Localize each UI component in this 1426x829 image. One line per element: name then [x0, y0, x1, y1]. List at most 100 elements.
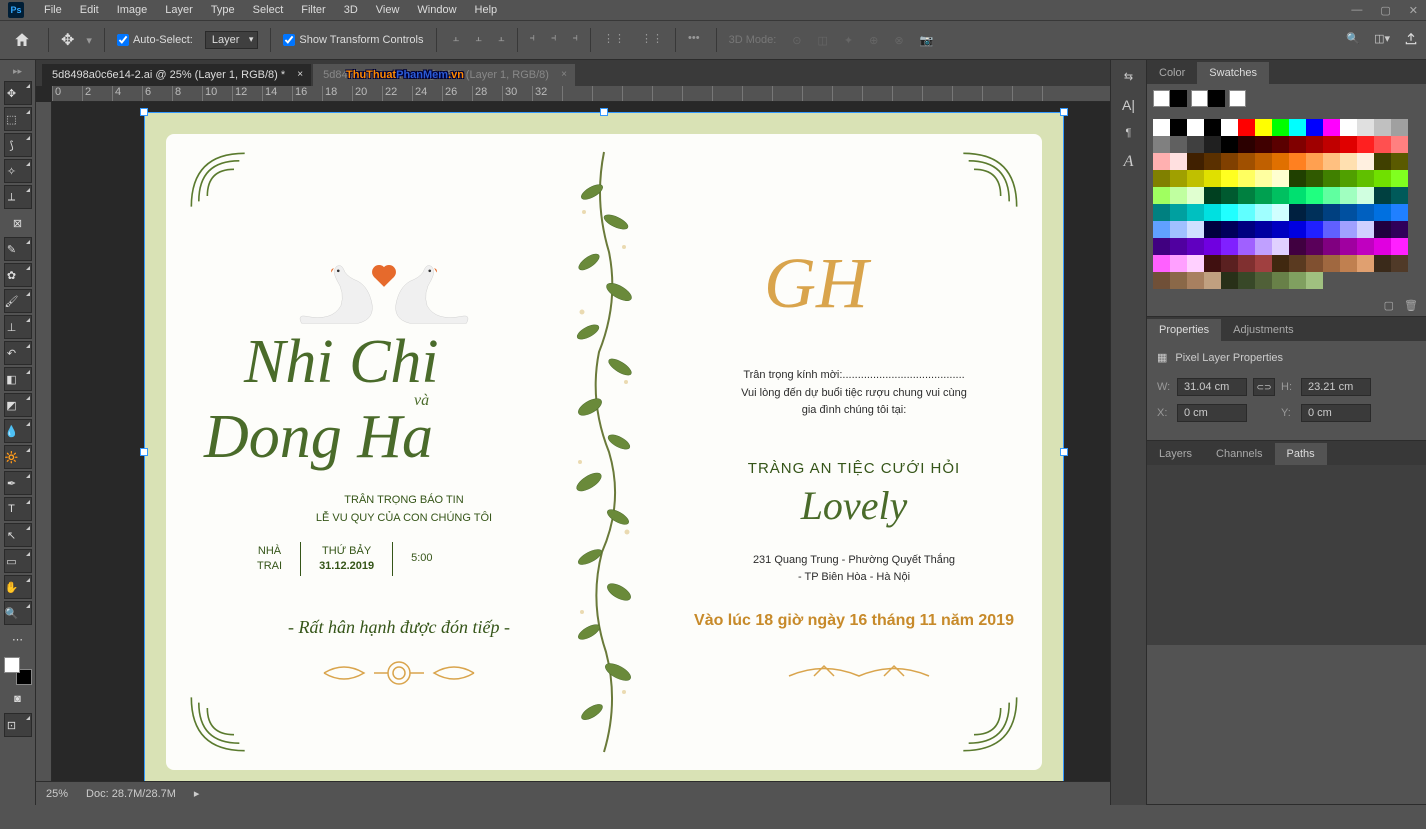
swatch[interactable] [1289, 119, 1306, 136]
swatch[interactable] [1306, 255, 1323, 272]
swatches-tab[interactable]: Swatches [1197, 62, 1269, 84]
panel-icon[interactable]: ⇆ [1124, 70, 1133, 83]
swatch[interactable] [1221, 238, 1238, 255]
swatch[interactable] [1391, 221, 1408, 238]
y-input[interactable]: 0 cm [1301, 404, 1371, 422]
swatch[interactable] [1323, 187, 1340, 204]
swatch[interactable] [1357, 136, 1374, 153]
move-tool[interactable]: ✥ [4, 81, 32, 105]
brush-tool[interactable]: 🖌 [4, 289, 32, 313]
swatch[interactable] [1323, 255, 1340, 272]
swatch[interactable] [1153, 272, 1170, 289]
swatch[interactable] [1187, 238, 1204, 255]
swatch[interactable] [1374, 221, 1391, 238]
swatch[interactable] [1357, 238, 1374, 255]
swatch[interactable] [1153, 136, 1170, 153]
swatch[interactable] [1357, 255, 1374, 272]
swatch[interactable] [1306, 187, 1323, 204]
swatch[interactable] [1374, 187, 1391, 204]
stamp-tool[interactable]: ⊥ [4, 315, 32, 339]
swatch[interactable] [1238, 221, 1255, 238]
swatch[interactable] [1238, 204, 1255, 221]
swatch[interactable] [1153, 187, 1170, 204]
swatch[interactable] [1221, 255, 1238, 272]
swatch[interactable] [1340, 204, 1357, 221]
swatch[interactable] [1170, 153, 1187, 170]
swatch[interactable] [1187, 255, 1204, 272]
home-icon[interactable] [8, 26, 36, 54]
swatch[interactable] [1306, 238, 1323, 255]
swatch[interactable] [1204, 119, 1221, 136]
swatch[interactable] [1153, 238, 1170, 255]
swatch[interactable] [1340, 255, 1357, 272]
swatch[interactable] [1306, 170, 1323, 187]
swatch[interactable] [1170, 187, 1187, 204]
swatch[interactable] [1391, 204, 1408, 221]
auto-select-checkbox[interactable]: Auto-Select: [117, 34, 193, 46]
document-tab-1[interactable]: 5d8498a0c6e14-2.ai @ 25% (Layer 1, RGB/8… [42, 64, 311, 86]
swatch[interactable] [1357, 221, 1374, 238]
swatch[interactable] [1340, 153, 1357, 170]
swatch[interactable] [1153, 204, 1170, 221]
menu-image[interactable]: Image [109, 2, 156, 18]
swatch[interactable] [1272, 119, 1289, 136]
swatch[interactable] [1221, 153, 1238, 170]
properties-tab[interactable]: Properties [1147, 319, 1221, 341]
move-tool-icon[interactable]: ✥ [61, 30, 74, 50]
lasso-tool[interactable]: ⟆ [4, 133, 32, 157]
gradient-tool[interactable]: ◩ [4, 393, 32, 417]
paragraph-panel-icon[interactable]: ¶ [1126, 127, 1132, 139]
swatch[interactable] [1391, 136, 1408, 153]
width-input[interactable]: 31.04 cm [1177, 378, 1247, 396]
link-wh-icon[interactable]: ⊂⊃ [1253, 378, 1275, 396]
menu-layer[interactable]: Layer [157, 2, 201, 18]
swatch[interactable] [1323, 119, 1340, 136]
fg-bg-colors[interactable] [4, 657, 32, 685]
screen-mode-icon[interactable]: ⊡ [4, 713, 32, 737]
swatch[interactable] [1187, 170, 1204, 187]
collapse-icon[interactable]: ▸▸ [11, 64, 24, 79]
swatch[interactable] [1170, 221, 1187, 238]
eyedropper-tool[interactable]: ✎ [4, 237, 32, 261]
swatch[interactable] [1238, 136, 1255, 153]
swatch[interactable] [1255, 255, 1272, 272]
swatch[interactable] [1187, 153, 1204, 170]
swatch[interactable] [1323, 136, 1340, 153]
adjustments-tab[interactable]: Adjustments [1221, 319, 1306, 341]
swatch[interactable] [1306, 272, 1323, 289]
swatch[interactable] [1289, 136, 1306, 153]
hand-tool[interactable]: ✋ [4, 575, 32, 599]
blur-tool[interactable]: 💧 [4, 419, 32, 443]
swatch[interactable] [1221, 170, 1238, 187]
swatch[interactable] [1391, 170, 1408, 187]
swatch[interactable] [1340, 170, 1357, 187]
swatch[interactable] [1323, 204, 1340, 221]
swatch[interactable] [1221, 272, 1238, 289]
swatch[interactable] [1289, 204, 1306, 221]
swatch[interactable] [1238, 119, 1255, 136]
swatch[interactable] [1306, 136, 1323, 153]
swatch[interactable] [1340, 238, 1357, 255]
swatch[interactable] [1289, 272, 1306, 289]
swatch[interactable] [1357, 153, 1374, 170]
swatch[interactable] [1306, 153, 1323, 170]
swatch[interactable] [1272, 170, 1289, 187]
workspace-icon[interactable]: ◫▾ [1374, 32, 1390, 49]
history-brush-tool[interactable]: ↶ [4, 341, 32, 365]
swatch[interactable] [1153, 119, 1170, 136]
swatch[interactable] [1153, 221, 1170, 238]
menu-window[interactable]: Window [409, 2, 464, 18]
swatch[interactable] [1221, 119, 1238, 136]
status-arrow-icon[interactable]: ▸ [194, 787, 200, 800]
swatch[interactable] [1153, 170, 1170, 187]
swatch[interactable] [1374, 238, 1391, 255]
swatch[interactable] [1289, 221, 1306, 238]
swatch[interactable] [1238, 153, 1255, 170]
swatch[interactable] [1187, 204, 1204, 221]
swatch[interactable] [1204, 272, 1221, 289]
swatch[interactable] [1289, 153, 1306, 170]
menu-3d[interactable]: 3D [336, 2, 366, 18]
channels-tab[interactable]: Channels [1204, 443, 1274, 465]
align-icons[interactable]: ⫠⫠⫠ ⫞⫞⫞ ⋮⋮⋮⋮ ••• [449, 28, 704, 52]
swatch[interactable] [1204, 187, 1221, 204]
